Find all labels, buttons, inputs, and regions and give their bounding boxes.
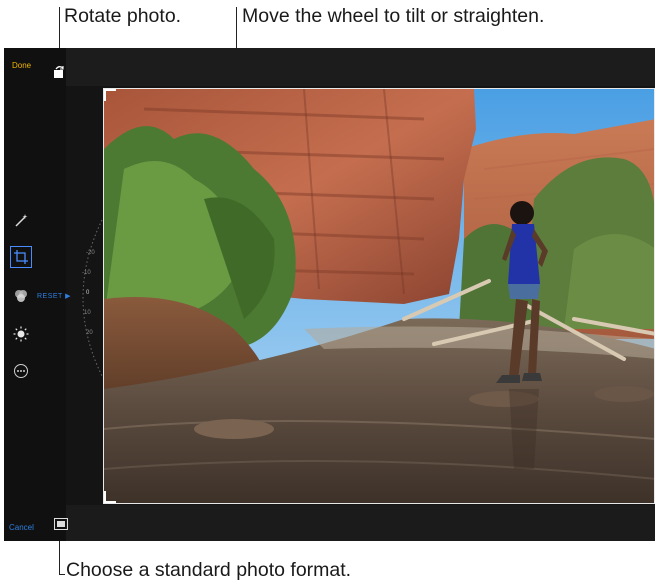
more-icon[interactable]	[13, 363, 29, 379]
wheel-tick-label: -10	[82, 270, 91, 276]
photo-canvas[interactable]	[103, 88, 655, 504]
wheel-tick-label: 0	[86, 290, 90, 296]
crop-corner-top-left[interactable]	[104, 89, 116, 101]
aspect-ratio-icon[interactable]	[54, 518, 68, 530]
light-adjust-icon[interactable]	[13, 326, 29, 342]
done-button[interactable]: Done	[12, 61, 31, 70]
photo-editor-screen: Done RESET ▶ -20 -10 0 10 20 Cancel	[4, 48, 655, 541]
wheel-tick-label: 20	[86, 330, 93, 336]
magic-wand-icon[interactable]	[13, 213, 29, 229]
top-bar	[66, 48, 655, 86]
crop-corner-bottom-left[interactable]	[104, 491, 116, 503]
wheel-tick-label: 10	[84, 310, 91, 316]
crop-icon[interactable]	[10, 246, 32, 268]
cancel-button[interactable]: Cancel	[9, 523, 34, 532]
format-callout: Choose a standard photo format.	[66, 559, 352, 581]
wheel-callout: Move the wheel to tilt or straighten.	[242, 5, 545, 27]
format-leader-foot	[59, 574, 65, 575]
bottom-bar	[66, 505, 655, 541]
rotate-callout: Rotate photo.	[64, 5, 182, 27]
filters-icon[interactable]	[13, 288, 29, 304]
rotate-icon[interactable]	[53, 65, 65, 79]
wheel-tick-label: -20	[86, 250, 95, 256]
photo-image	[104, 89, 654, 503]
reset-label: RESET	[37, 293, 63, 300]
straighten-wheel[interactable]: -20 -10 0 10 20	[62, 218, 106, 378]
